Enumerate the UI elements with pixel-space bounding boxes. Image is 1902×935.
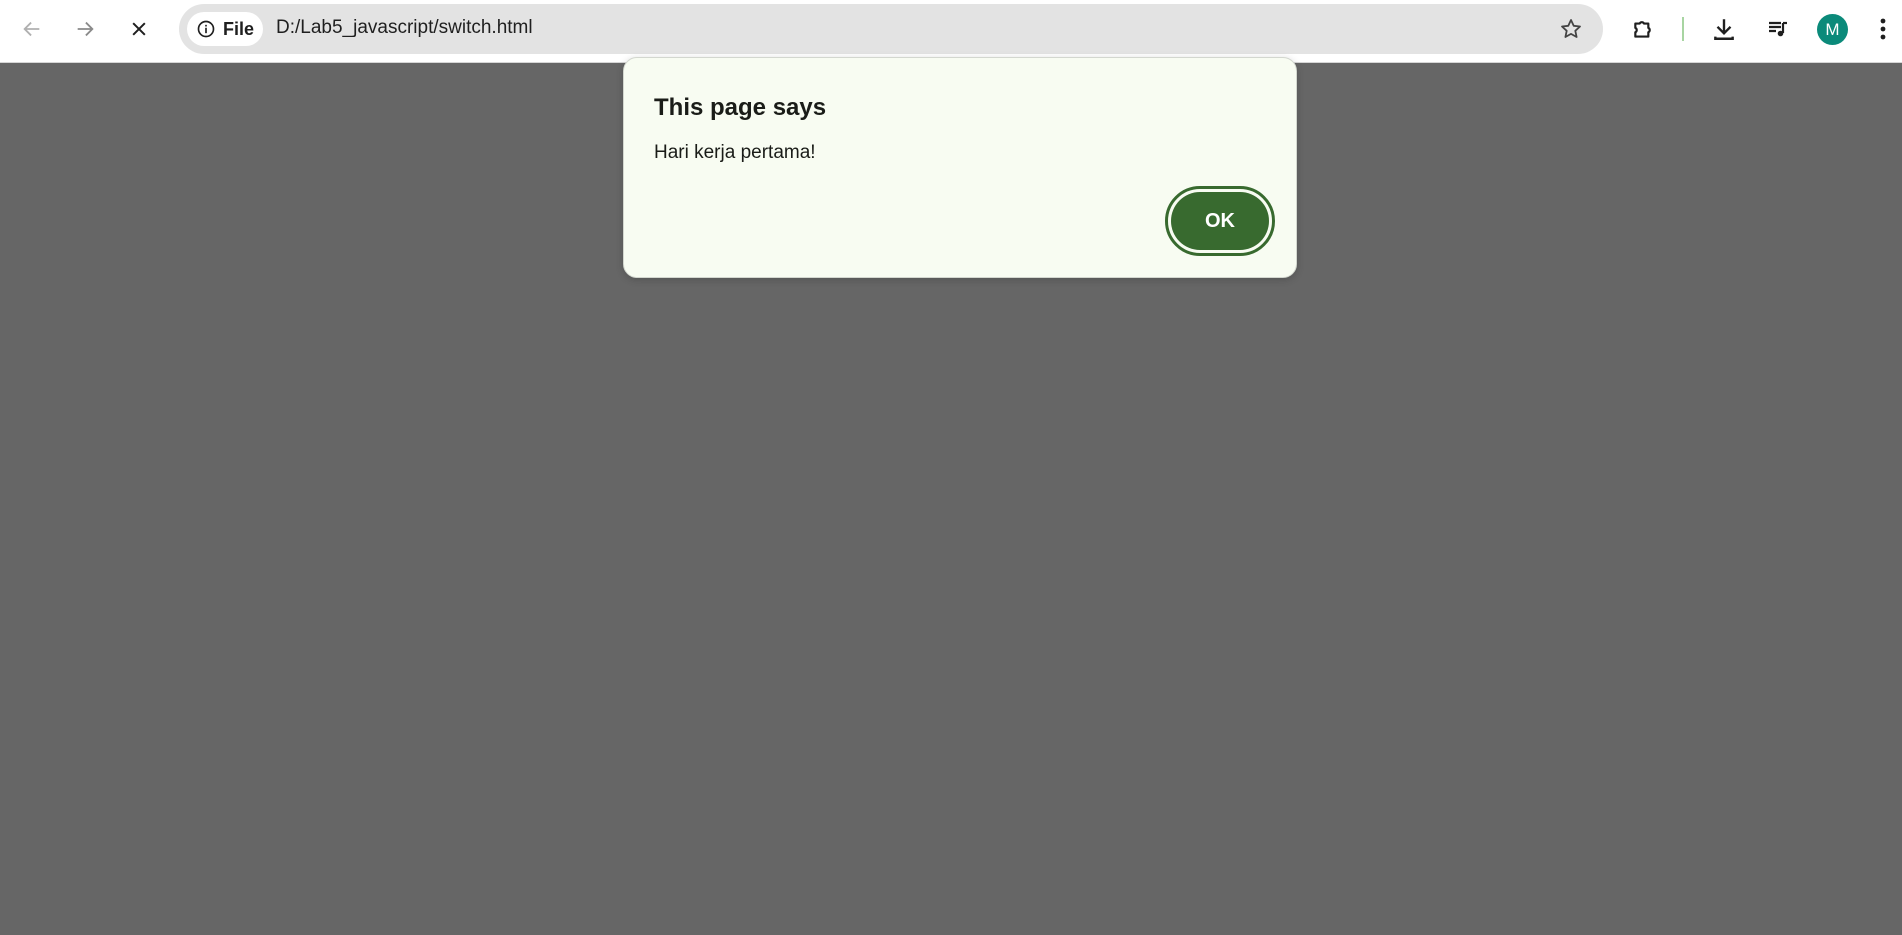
alert-dialog: This page says Hari kerja pertama! OK: [623, 57, 1297, 278]
dialog-title: This page says: [654, 94, 827, 121]
site-info-label: File: [223, 18, 255, 39]
download-icon: [1714, 19, 1734, 40]
downloads-button[interactable]: [1706, 11, 1742, 47]
stop-loading-button[interactable]: [121, 11, 157, 47]
toolbar-separator: [1682, 17, 1684, 41]
kebab-menu-icon: [1880, 18, 1886, 40]
arrow-left-icon: [23, 21, 40, 37]
back-button[interactable]: [14, 11, 50, 47]
ok-button-focus-ring: OK: [1165, 186, 1275, 256]
extensions-button[interactable]: [1626, 11, 1662, 47]
arrow-right-icon: [77, 21, 94, 37]
puzzle-icon: [1634, 21, 1651, 38]
browser-menu-button[interactable]: [1868, 11, 1898, 47]
forward-button[interactable]: [67, 11, 103, 47]
media-controls-button[interactable]: [1760, 11, 1796, 47]
ok-button[interactable]: OK: [1171, 192, 1269, 250]
site-info-chip[interactable]: File: [187, 12, 263, 46]
bookmark-button[interactable]: [1555, 13, 1587, 45]
url-text[interactable]: D:/Lab5_javascript/switch.html: [276, 17, 533, 39]
star-icon: [1561, 19, 1581, 38]
browser-toolbar: File D:/Lab5_javascript/switch.html M: [0, 0, 1902, 63]
queue-music-icon: [1769, 21, 1787, 37]
info-icon: [197, 20, 215, 38]
dialog-message: Hari kerja pertama!: [654, 142, 816, 163]
profile-avatar[interactable]: M: [1817, 14, 1848, 45]
close-icon: [132, 22, 146, 36]
address-bar[interactable]: File D:/Lab5_javascript/switch.html: [179, 4, 1603, 54]
